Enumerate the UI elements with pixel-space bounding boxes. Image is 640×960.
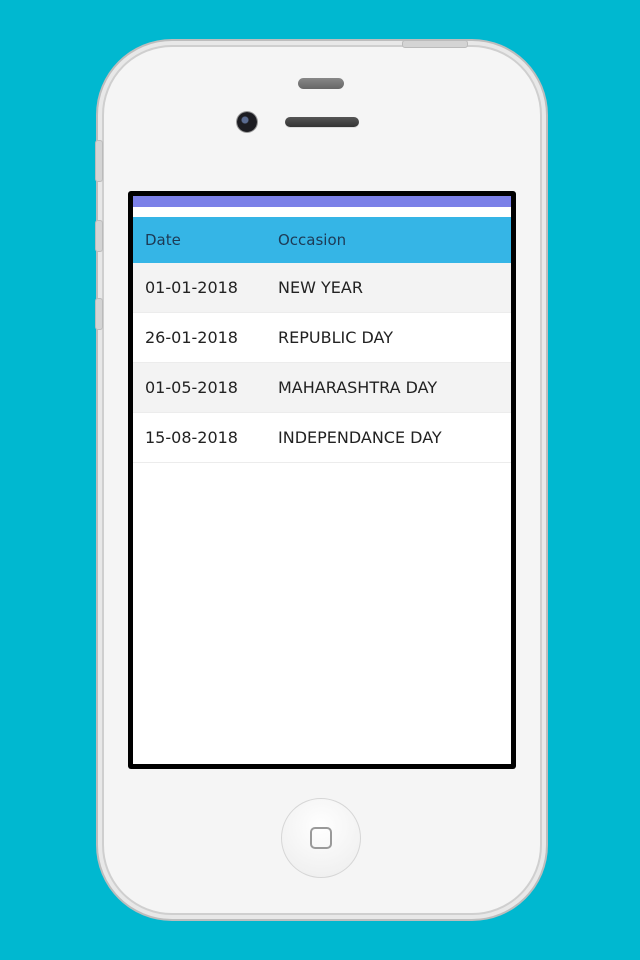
row-occasion: NEW YEAR <box>278 278 363 297</box>
table-row: 26-01-2018 REPUBLIC DAY <box>133 313 511 363</box>
app-view: Date Occasion 01-01-2018 NEW YEAR 26-01-… <box>133 196 511 764</box>
earpiece <box>298 78 344 89</box>
speaker-grille <box>285 117 359 127</box>
row-occasion: INDEPENDANCE DAY <box>278 428 442 447</box>
row-occasion: REPUBLIC DAY <box>278 328 393 347</box>
header-date: Date <box>145 231 181 249</box>
home-square-icon <box>310 827 332 849</box>
table-row: 01-01-2018 NEW YEAR <box>133 263 511 313</box>
row-date: 15-08-2018 <box>145 428 238 447</box>
volume-up-button <box>95 220 103 252</box>
table-header: Date Occasion <box>133 217 511 263</box>
row-date: 01-01-2018 <box>145 278 238 297</box>
row-date: 26-01-2018 <box>145 328 238 347</box>
header-occasion: Occasion <box>278 231 347 249</box>
spacer <box>133 207 511 217</box>
home-button[interactable] <box>281 798 361 878</box>
row-occasion: MAHARASHTRA DAY <box>278 378 438 397</box>
front-camera-icon <box>237 112 257 132</box>
table-row: 01-05-2018 MAHARASHTRA DAY <box>133 363 511 413</box>
status-bar <box>133 196 511 207</box>
volume-down-button <box>95 298 103 330</box>
mute-switch <box>95 140 103 182</box>
power-button <box>402 40 468 48</box>
table-row: 15-08-2018 INDEPENDANCE DAY <box>133 413 511 463</box>
phone-screen: Date Occasion 01-01-2018 NEW YEAR 26-01-… <box>128 191 516 769</box>
row-date: 01-05-2018 <box>145 378 238 397</box>
